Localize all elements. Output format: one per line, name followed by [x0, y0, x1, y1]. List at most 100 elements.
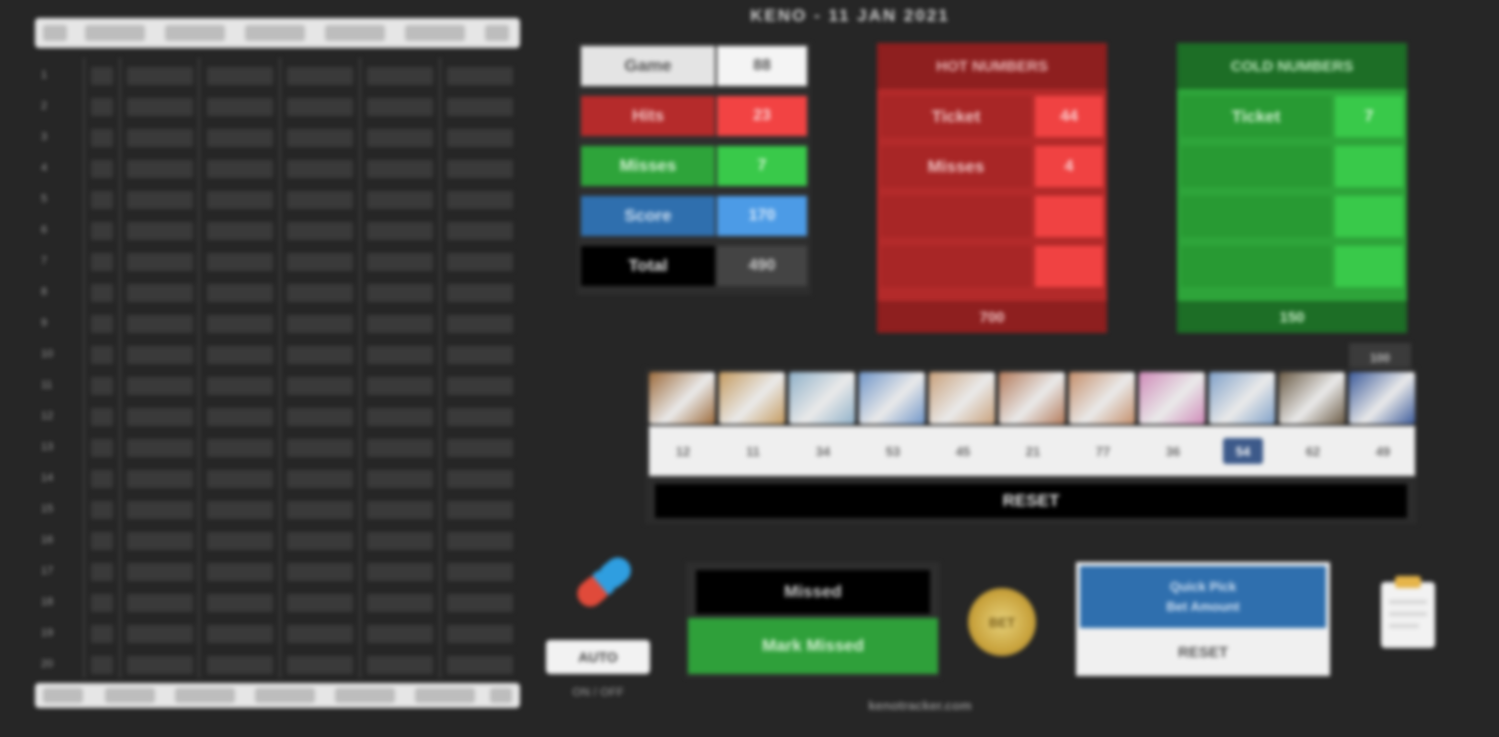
- draw-number[interactable]: 21: [1013, 438, 1053, 464]
- table-row[interactable]: 11: [35, 370, 520, 401]
- draw-thumbnail[interactable]: [1069, 372, 1135, 424]
- row-number: 16: [41, 534, 54, 546]
- table-row[interactable]: 18: [35, 587, 520, 618]
- table-cell: [127, 501, 193, 519]
- table-cell: [447, 191, 513, 209]
- table-row[interactable]: 5: [35, 184, 520, 215]
- draw-number[interactable]: 34: [803, 438, 843, 464]
- row-number: 13: [41, 441, 54, 453]
- draw-thumbnail[interactable]: [999, 372, 1065, 424]
- table-row[interactable]: 20: [35, 649, 520, 680]
- table-row[interactable]: 16: [35, 525, 520, 556]
- draw-thumbnail[interactable]: [1139, 372, 1205, 424]
- table-header-cell: [485, 25, 509, 41]
- draw-thumbnail[interactable]: [1349, 372, 1415, 424]
- table-row[interactable]: 2: [35, 91, 520, 122]
- table-row[interactable]: 1: [35, 60, 520, 91]
- table-cell: [127, 346, 193, 364]
- stats-value: 23: [717, 96, 807, 136]
- hot-panel-row: [877, 193, 1107, 239]
- draw-thumbnail[interactable]: [1279, 372, 1345, 424]
- draw-number[interactable]: 77: [1083, 438, 1123, 464]
- table-cell: [287, 191, 353, 209]
- draw-thumbnail[interactable]: [649, 372, 715, 424]
- cold-panel-label: [1181, 146, 1331, 187]
- stats-row-misses: Misses 7: [577, 143, 811, 189]
- draw-thumbnail[interactable]: [859, 372, 925, 424]
- strip-reset-button[interactable]: RESET: [655, 484, 1407, 518]
- draw-number[interactable]: 12: [663, 438, 703, 464]
- table-row[interactable]: 7: [35, 246, 520, 277]
- hot-panel-footer: 700: [877, 301, 1107, 333]
- table-cell: [207, 160, 273, 178]
- table-cell: [287, 253, 353, 271]
- table-cell: [207, 315, 273, 333]
- table-cell: [91, 501, 113, 519]
- bet-panel-line1: Quick Pick: [1169, 579, 1237, 594]
- draw-number[interactable]: 49: [1363, 438, 1403, 464]
- draw-number[interactable]: 54: [1223, 438, 1263, 464]
- draw-number[interactable]: 53: [873, 438, 913, 464]
- table-cell: [91, 129, 113, 147]
- cold-panel-value: [1335, 246, 1403, 287]
- table-row[interactable]: 3: [35, 122, 520, 153]
- draw-number[interactable]: 45: [943, 438, 983, 464]
- table-cell: [447, 67, 513, 85]
- row-number: 19: [41, 627, 54, 639]
- table-cell: [447, 656, 513, 674]
- table-cell: [91, 284, 113, 302]
- table-cell: [287, 315, 353, 333]
- table-cell: [127, 222, 193, 240]
- hot-panel-row: Misses 4: [877, 143, 1107, 189]
- bet-panel: Quick Pick Bet Amount RESET: [1076, 562, 1330, 676]
- draw-thumbnail[interactable]: [789, 372, 855, 424]
- stats-label: Hits: [581, 96, 715, 136]
- bet-reset-button[interactable]: RESET: [1080, 632, 1326, 672]
- table-header-cell: [43, 25, 67, 41]
- table-row[interactable]: 13: [35, 432, 520, 463]
- table-row[interactable]: 4: [35, 153, 520, 184]
- draw-number[interactable]: 62: [1293, 438, 1333, 464]
- row-number: 20: [41, 658, 54, 670]
- draw-thumbnail[interactable]: [929, 372, 995, 424]
- row-number: 12: [41, 410, 54, 422]
- table-cell: [91, 470, 113, 488]
- table-row[interactable]: 10: [35, 339, 520, 370]
- table-row[interactable]: 17: [35, 556, 520, 587]
- stats-value: 490: [717, 246, 807, 286]
- table-row[interactable]: 14: [35, 463, 520, 494]
- row-number: 11: [41, 379, 53, 391]
- row-number: 6: [41, 224, 48, 236]
- table-row[interactable]: 6: [35, 215, 520, 246]
- table-cell: [367, 191, 433, 209]
- table-cell: [207, 191, 273, 209]
- coin-icon[interactable]: BET: [968, 588, 1036, 656]
- row-number: 7: [41, 255, 48, 267]
- auto-toggle[interactable]: AUTO: [546, 640, 650, 674]
- table-cell: [447, 222, 513, 240]
- row-number: 8: [41, 286, 48, 298]
- table-cell: [91, 160, 113, 178]
- draw-number[interactable]: 11: [733, 438, 773, 464]
- table-footer-cell: [415, 688, 475, 703]
- table-row[interactable]: 12: [35, 401, 520, 432]
- row-number: 2: [41, 100, 48, 112]
- stats-value: 88: [717, 46, 807, 86]
- table-cell: [447, 625, 513, 643]
- table-footer-cell: [335, 688, 395, 703]
- draw-thumbnail[interactable]: [719, 372, 785, 424]
- table-header: [35, 18, 520, 48]
- row-number: 18: [41, 596, 54, 608]
- table-row[interactable]: 19: [35, 618, 520, 649]
- table-row[interactable]: 9: [35, 308, 520, 339]
- footer-text: kenotracker.com: [868, 698, 972, 713]
- table-row[interactable]: 15: [35, 494, 520, 525]
- draw-number[interactable]: 36: [1153, 438, 1193, 464]
- table-cell: [447, 563, 513, 581]
- table-cell: [207, 532, 273, 550]
- auto-toggle-sublabel: ON / OFF: [572, 685, 624, 699]
- mark-missed-button[interactable]: Mark Missed: [688, 618, 938, 674]
- table-row[interactable]: 8: [35, 277, 520, 308]
- draw-thumbnail[interactable]: [1209, 372, 1275, 424]
- clipboard-icon[interactable]: [1377, 572, 1439, 652]
